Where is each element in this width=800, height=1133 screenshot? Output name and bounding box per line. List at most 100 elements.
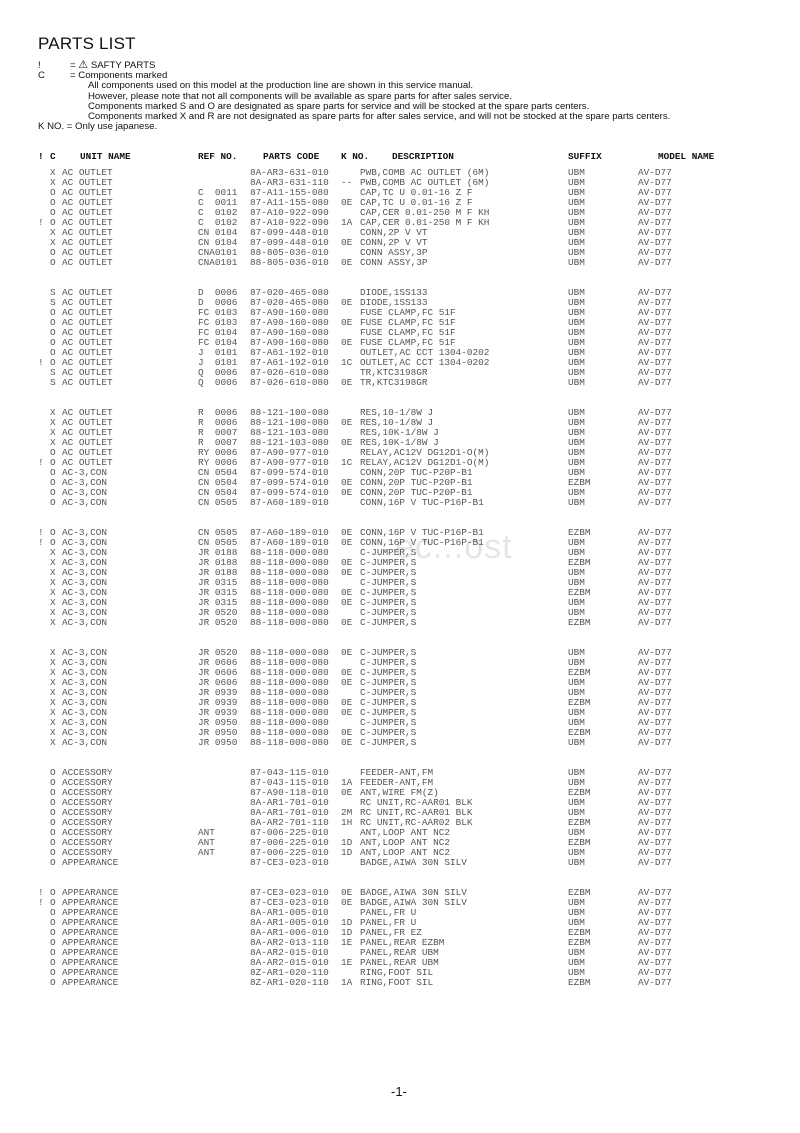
k-no: 1H <box>341 817 353 829</box>
k-no: 1C <box>341 357 353 369</box>
k-no: 0E <box>341 567 353 579</box>
c-symbol: C <box>38 70 45 82</box>
component-class: X <box>50 737 56 749</box>
table-group: X AC OUTLET R 0006 88-121-100-080 RES,10-1/8… <box>38 407 672 509</box>
k-no: 1E <box>341 957 353 969</box>
description: CONN,16P V TUC-P16P-B1 <box>360 497 484 509</box>
warning-triangle-icon: ⚠ <box>78 59 89 71</box>
safety-mark: ! <box>38 896 44 908</box>
table-row: O APPEARANCE 87-CE3-023-010 BADGE,AIWA 30N … <box>38 858 672 868</box>
parts-code: 88-118-000-080 <box>250 617 329 629</box>
unit-name: AC-3,CON <box>62 497 108 509</box>
suffix: UBM <box>568 737 585 749</box>
model-name: AV-D77 <box>638 497 672 509</box>
table-group: X AC OUTLET 8A-AR3-631-010 PWB,COMB AC OUTL… <box>38 167 672 269</box>
table-row: X AC-3,CON JR 0520 88-118-000-080 0E C-JUMPER… <box>38 617 672 629</box>
k-no: 0E <box>341 786 353 798</box>
ref-no: Q 0006 <box>198 377 238 389</box>
header-unit-name: UNIT NAME <box>80 151 131 162</box>
component-class: X <box>50 617 56 629</box>
unit-name: AC-3,CON <box>62 737 108 749</box>
legend-note: Components marked X and R are not design… <box>88 110 671 122</box>
description: C-JUMPER,S <box>360 617 417 629</box>
parts-code: 87-026-610-080 <box>250 377 329 389</box>
k-no: 0E <box>341 737 353 749</box>
k-no: 0E <box>341 677 353 689</box>
parts-code: 87-CE3-023-010 <box>250 857 329 869</box>
table-row: O AC OUTLET CNA0101 88-805-036-010 0E CONN AS… <box>38 257 672 269</box>
model-name: AV-D77 <box>638 617 672 629</box>
suffix: EZBM <box>568 617 591 629</box>
suffix: UBM <box>568 257 585 269</box>
unit-name: AC-3,CON <box>62 617 108 629</box>
table-row: S AC OUTLET Q 0006 87-026-610-080 0E TR,KTC31… <box>38 377 672 389</box>
description: C-JUMPER,S <box>360 737 417 749</box>
safety-mark: ! <box>38 357 44 369</box>
table-header: ! C UNIT NAME REF NO. PARTS CODE K NO. D… <box>38 151 714 163</box>
k-no: 0E <box>341 297 353 309</box>
suffix: UBM <box>568 497 585 509</box>
ref-no: CN 0505 <box>198 497 238 509</box>
component-class: O <box>50 497 56 509</box>
table-group: S AC OUTLET D 0006 87-020-465-080 DIODE,1SS1… <box>38 287 672 389</box>
k-no: -- <box>341 177 353 189</box>
description: RING,FOOT SIL <box>360 977 434 989</box>
k-no: 0E <box>341 317 353 329</box>
header-model-name: MODEL NAME <box>658 151 715 162</box>
k-no: 0E <box>341 197 353 209</box>
safety-mark: ! <box>38 217 44 229</box>
parts-code: 88-118-000-080 <box>250 737 329 749</box>
parts-table: ! C UNIT NAME REF NO. PARTS CODE K NO. D… <box>38 151 714 1008</box>
table-row: O AC-3,CON CN 0505 87-A60-189-010 CONN,16P V… <box>38 497 672 509</box>
parts-code: 87-A60-189-010 <box>250 497 329 509</box>
unit-name: APPEARANCE <box>62 977 119 989</box>
k-no: 0E <box>341 646 353 658</box>
safety-mark: ! <box>38 536 44 548</box>
ref-no: JR 0950 <box>198 737 238 749</box>
k-no: 0E <box>341 377 353 389</box>
header-suffix: SUFFIX <box>568 151 602 162</box>
header-safety: ! <box>38 151 44 162</box>
table-group: O ACCESSORY 87-043-115-010 FEEDER-ANT,FM UBM… <box>38 767 672 868</box>
suffix: EZBM <box>568 977 591 989</box>
header-description: DESCRIPTION <box>392 151 454 162</box>
k-no: 1A <box>341 977 353 989</box>
k-no: 0E <box>341 597 353 609</box>
parts-code: 8Z-AR1-020-110 <box>250 977 329 989</box>
header-ref-no: REF NO. <box>198 151 238 162</box>
header-k-no: K NO. <box>341 151 370 162</box>
k-no: 0E <box>341 707 353 719</box>
safety-mark: ! <box>38 457 44 469</box>
page-title: PARTS LIST <box>38 34 136 53</box>
k-no: 0E <box>341 487 353 499</box>
header-parts-code: PARTS CODE <box>263 151 320 162</box>
k-no: 0E <box>341 237 353 249</box>
k-no: 0E <box>341 896 353 908</box>
model-name: AV-D77 <box>638 737 672 749</box>
component-class: S <box>50 377 56 389</box>
unit-name: AC OUTLET <box>62 377 113 389</box>
table-body: X AC OUTLET 8A-AR3-631-010 PWB,COMB AC OUTL… <box>38 167 672 989</box>
ref-no: JR 0520 <box>198 617 238 629</box>
k-no: 0E <box>341 337 353 349</box>
table-group: ! O AC-3,CON CN 0505 87-A60-189-010 0E CONN,16… <box>38 527 672 629</box>
k-no: 1A <box>341 217 353 229</box>
header-c: C <box>50 151 56 162</box>
unit-name: APPEARANCE <box>62 857 119 869</box>
k-no: 0E <box>341 536 353 548</box>
k-no: 0E <box>341 257 353 269</box>
model-name: AV-D77 <box>638 377 672 389</box>
table-row: O APPEARANCE 8Z-AR1-020-110 1A RING,FOOT SIL… <box>38 977 672 989</box>
ref-no: CNA0101 <box>198 257 238 269</box>
unit-name: AC OUTLET <box>62 257 113 269</box>
k-no: 1C <box>341 457 353 469</box>
ref-no: ANT <box>198 847 215 859</box>
model-name: AV-D77 <box>638 257 672 269</box>
table-row: X AC-3,CON JR 0950 88-118-000-080 0E C-JUMPER… <box>38 737 672 749</box>
k-no: 0E <box>341 617 353 629</box>
component-class: O <box>50 977 56 989</box>
component-class: O <box>50 257 56 269</box>
description: TR,KTC3198GR <box>360 377 428 389</box>
suffix: UBM <box>568 857 585 869</box>
k-no: 1D <box>341 847 353 859</box>
